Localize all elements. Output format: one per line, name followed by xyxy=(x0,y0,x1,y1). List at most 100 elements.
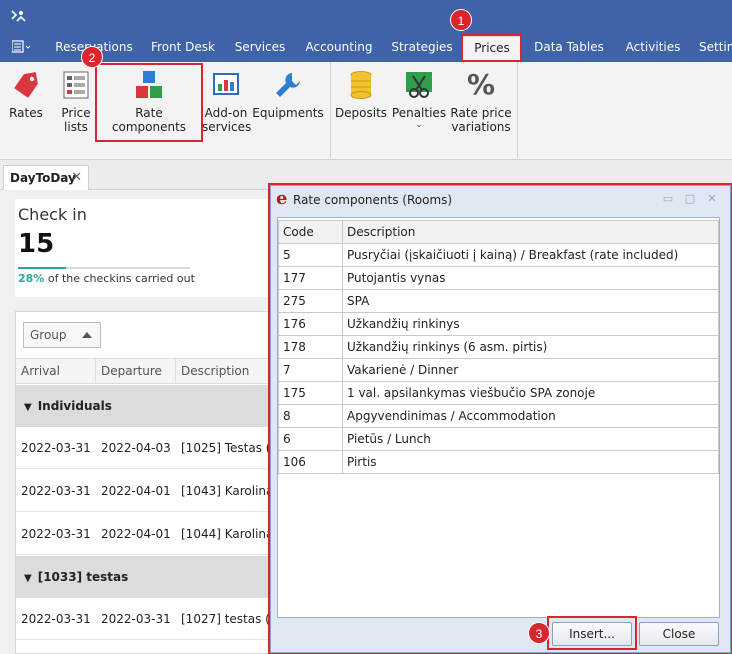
table-row[interactable]: 2022-03-31 2022-03-31 [1027] testas (S xyxy=(16,598,274,640)
column-departure[interactable]: Departure xyxy=(96,359,176,383)
description-cell: [1043] Karolina xyxy=(181,484,274,498)
table-row[interactable]: 7 Vakarienė / Dinner xyxy=(278,358,719,382)
rates-button[interactable]: Rates xyxy=(4,62,48,154)
rate-components-icon xyxy=(136,71,162,98)
rate-components-list: Code Description 5 Pusryčiai (įskaičiuoti… xyxy=(277,217,720,618)
checkin-progress-bar xyxy=(18,267,190,269)
hamburger-menu-icon[interactable] xyxy=(12,40,32,54)
rate-components-table: Code Description 5 Pusryčiai (įskaičiuoti… xyxy=(278,220,719,474)
close-icon[interactable]: ✕ xyxy=(705,192,719,206)
deposits-button[interactable]: Deposits xyxy=(334,62,388,154)
table-row[interactable]: 275 SPA xyxy=(278,289,719,313)
code-cell: 176 xyxy=(278,312,343,336)
table-header-row: Code Description xyxy=(278,220,719,244)
add-on-services-icon xyxy=(213,73,239,95)
arrival-cell: 2022-03-31 xyxy=(21,612,91,626)
description-cell: [1027] testas (S xyxy=(181,612,274,626)
table-row[interactable]: 177 Putojantis vynas xyxy=(278,266,719,290)
penalties-label: Penalties xyxy=(391,106,447,120)
add-on-services-button[interactable]: Add-on services xyxy=(202,62,251,154)
description-cell: Pietūs / Lunch xyxy=(342,427,719,451)
table-row[interactable]: 178 Užkandžių rinkinys (6 asm. pirtis) xyxy=(278,335,719,359)
table-row[interactable]: 6 Pietūs / Lunch xyxy=(278,427,719,451)
code-cell: 106 xyxy=(278,450,343,474)
code-cell: 5 xyxy=(278,243,343,267)
tab-accounting[interactable]: Accounting xyxy=(302,36,376,60)
table-row[interactable]: 175 1 val. apsilankymas viešbučio SPA zon… xyxy=(278,381,719,405)
close-button[interactable]: Close xyxy=(639,622,719,646)
arrival-cell: 2022-03-31 xyxy=(21,441,91,455)
maximize-icon[interactable]: □ xyxy=(683,192,697,206)
chevron-down-icon[interactable]: ⌄ xyxy=(390,120,448,130)
percent-icon: % xyxy=(466,68,496,101)
step-2-badge: 2 xyxy=(81,46,103,68)
rates-label: Rates xyxy=(9,106,43,120)
description-cell: Pirtis xyxy=(342,450,719,474)
coin-stack-icon xyxy=(350,71,372,99)
tab-daytoday[interactable]: DayToDay ✕ xyxy=(3,165,89,191)
table-row[interactable]: 2022-03-31 2022-04-01 [1044] Karolina xyxy=(16,513,274,555)
departure-cell: 2022-04-03 xyxy=(101,441,171,455)
description-cell: 1 val. apsilankymas viešbučio SPA zonoje xyxy=(342,381,719,405)
table-row[interactable]: 2022-03-31 2022-04-01 [1043] Karolina xyxy=(16,470,274,512)
equipments-button[interactable]: Equipments xyxy=(252,62,324,154)
group-row-testas[interactable]: ▼ [1033] testas xyxy=(16,556,274,598)
description-cell: Užkandžių rinkinys (6 asm. pirtis) xyxy=(342,335,719,359)
column-description[interactable]: Description xyxy=(176,359,274,383)
group-button[interactable]: Group xyxy=(23,322,101,348)
tab-strategies[interactable]: Strategies xyxy=(387,36,457,60)
description-cell: Apgyvendinimas / Accommodation xyxy=(342,404,719,428)
deposits-label: Deposits xyxy=(334,106,388,120)
description-cell: [1044] Karolina xyxy=(181,527,274,541)
description-cell: Putojantis vynas xyxy=(342,266,719,290)
tab-prices[interactable]: Prices xyxy=(462,36,522,60)
tab-services[interactable]: Services xyxy=(230,36,290,60)
column-description[interactable]: Description xyxy=(342,220,719,244)
table-row[interactable]: 5 Pusryčiai (įskaičiuoti į kainą) / Break… xyxy=(278,243,719,267)
checkin-note: 28% of the checkins carried out xyxy=(18,272,195,285)
tab-data-tables[interactable]: Data Tables xyxy=(530,36,608,60)
price-tag-icon xyxy=(14,72,38,98)
rate-components-button[interactable]: Rate components xyxy=(98,62,200,154)
penalty-scissors-icon xyxy=(406,72,432,98)
column-arrival[interactable]: Arrival xyxy=(16,359,96,383)
tab-front-desk[interactable]: Front Desk xyxy=(145,36,221,60)
tab-activities[interactable]: Activities xyxy=(620,36,686,60)
chevron-down-icon[interactable]: ▼ xyxy=(24,558,32,600)
penalties-button[interactable]: Penalties ⌄ xyxy=(390,62,448,154)
table-row[interactable]: 2022-03-31 2022-04-03 [1025] Testas (S xyxy=(16,427,274,469)
price-lists-button[interactable]: Price lists xyxy=(54,62,98,154)
code-cell: 275 xyxy=(278,289,343,313)
code-cell: 8 xyxy=(278,404,343,428)
grid-header: Arrival Departure Description xyxy=(16,358,274,384)
code-cell: 177 xyxy=(278,266,343,290)
rate-components-label: Rate components xyxy=(111,106,187,134)
table-row[interactable]: 106 Pirtis xyxy=(278,450,719,474)
step-3-badge: 3 xyxy=(528,622,550,644)
close-icon[interactable]: ✕ xyxy=(71,166,82,190)
rate-components-dialog: e Rate components (Rooms) ▭ □ ✕ Code Des… xyxy=(270,185,731,653)
column-code[interactable]: Code xyxy=(278,220,343,244)
rate-price-variations-button[interactable]: % Rate price variations xyxy=(450,62,512,154)
description-cell: [1025] Testas (S xyxy=(181,441,274,455)
table-row[interactable]: 8 Apgyvendinimas / Accommodation xyxy=(278,404,719,428)
dialog-title: Rate components (Rooms) xyxy=(293,193,453,207)
arrivals-grid: Group Arrival Departure Description ▼ Ind… xyxy=(15,311,275,654)
app-logo-icon: e xyxy=(276,188,288,209)
departure-cell: 2022-03-31 xyxy=(101,612,171,626)
checkin-count: 15 xyxy=(18,229,55,259)
description-cell: SPA xyxy=(342,289,719,313)
tab-settings[interactable]: Settings xyxy=(699,36,732,60)
price-list-icon xyxy=(63,71,89,99)
description-cell: Užkandžių rinkinys xyxy=(342,312,719,336)
insert-button[interactable]: Insert... xyxy=(552,622,632,646)
table-row[interactable]: 176 Užkandžių rinkinys xyxy=(278,312,719,336)
dialog-title-bar[interactable]: e Rate components (Rooms) ▭ □ ✕ xyxy=(271,186,730,214)
pms-logo-icon[interactable] xyxy=(9,9,27,25)
rate-price-variations-label: Rate price variations xyxy=(450,106,512,134)
chevron-down-icon[interactable]: ▼ xyxy=(24,387,32,429)
group-row-individuals[interactable]: ▼ Individuals xyxy=(16,385,274,427)
code-cell: 175 xyxy=(278,381,343,405)
minimize-icon[interactable]: ▭ xyxy=(661,192,675,206)
code-cell: 178 xyxy=(278,335,343,359)
